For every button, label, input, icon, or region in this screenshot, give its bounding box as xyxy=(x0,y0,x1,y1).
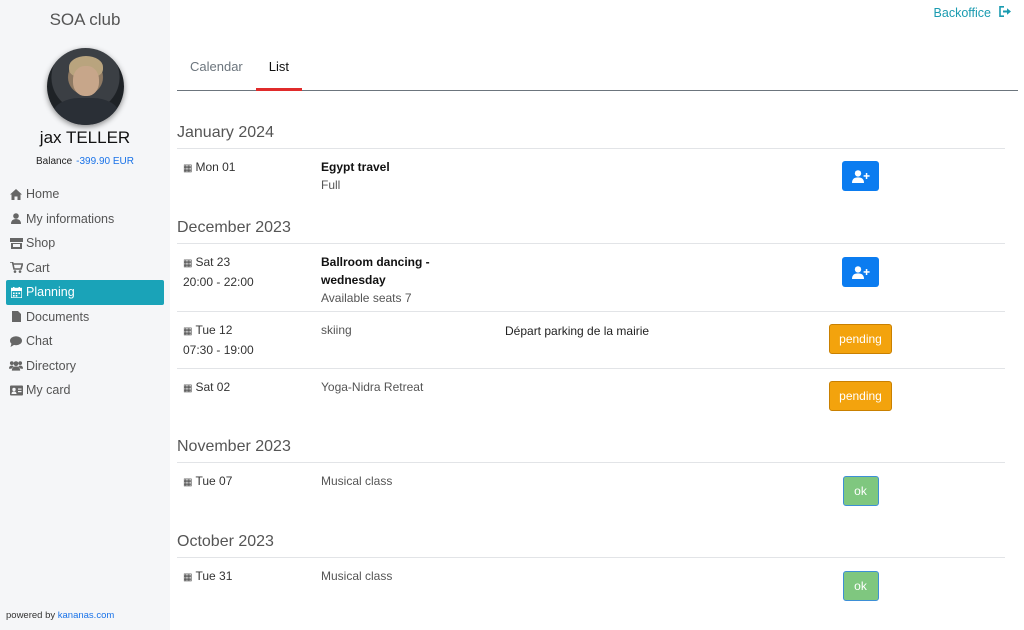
event-time: 07:30 - 19:00 xyxy=(183,343,254,357)
event-row: ▦ Sat 23 20:00 - 22:00 Ballroom dancing -… xyxy=(177,243,1005,311)
event-info: Musical class xyxy=(321,567,461,585)
calendar-icon: ▦ xyxy=(183,477,193,488)
event-row: ▦ Tue 31 Musical class ok xyxy=(177,557,1005,617)
month-header: October 2023 xyxy=(177,533,274,550)
calendar-icon xyxy=(9,286,23,298)
event-row: ▦ Tue 07 Musical class ok xyxy=(177,462,1005,529)
event-action: ok xyxy=(794,476,927,506)
event-date: ▦ Mon 01 xyxy=(183,160,236,174)
event-subtitle: Full xyxy=(321,178,341,192)
sidebar-item-cart[interactable]: Cart xyxy=(6,256,164,281)
sidebar-item-label: Home xyxy=(26,187,60,202)
event-date: ▦ Tue 31 xyxy=(183,569,233,583)
event-row: ▦ Tue 12 07:30 - 19:00 skiing Départ park… xyxy=(177,311,1005,368)
user-plus-icon xyxy=(851,265,870,279)
view-tabs: Calendar List xyxy=(177,48,1018,91)
event-title: Musical class xyxy=(321,474,393,488)
event-action: pending xyxy=(794,324,927,354)
event-info: Yoga-Nidra Retreat xyxy=(321,378,461,396)
powered-by-link[interactable]: kananas.com xyxy=(58,610,115,621)
event-info: Ballroom dancing - wednesday Available s… xyxy=(321,253,461,307)
event-title: Musical class xyxy=(321,569,393,583)
id-card-icon xyxy=(9,385,23,396)
pending-button[interactable]: pending xyxy=(829,324,892,354)
sidebar-item-chat[interactable]: Chat xyxy=(6,329,164,354)
event-date: ▦ Tue 07 xyxy=(183,474,233,488)
home-icon xyxy=(9,188,23,200)
file-icon xyxy=(9,311,23,323)
sidebar-item-home[interactable]: Home xyxy=(6,182,164,207)
event-note: Départ parking de la mairie xyxy=(505,324,650,338)
sidebar-nav: Home My informations Shop Cart Planning xyxy=(6,182,164,403)
event-row: ▦ Mon 01 Egypt travel Full xyxy=(177,148,1005,215)
event-title: Egypt travel xyxy=(321,160,390,174)
event-date: ▦ Sat 23 20:00 - 22:00 xyxy=(183,255,254,289)
users-icon xyxy=(9,360,23,371)
balance: Balance -399.90 EUR xyxy=(0,156,170,167)
sidebar-item-label: My card xyxy=(26,383,71,398)
event-info: Musical class xyxy=(321,472,461,490)
calendar-icon: ▦ xyxy=(183,326,193,337)
store-icon xyxy=(9,237,23,249)
sidebar-item-planning[interactable]: Planning xyxy=(6,280,164,305)
month-header: December 2023 xyxy=(177,219,291,236)
sidebar-item-label: Documents xyxy=(26,309,90,324)
event-date: ▦ Sat 02 xyxy=(183,380,231,394)
register-button[interactable] xyxy=(842,257,879,287)
backoffice-link[interactable]: Backoffice xyxy=(934,6,1012,20)
sidebar-item-directory[interactable]: Directory xyxy=(6,354,164,379)
month-header: January 2024 xyxy=(177,124,274,141)
event-info: Egypt travel Full xyxy=(321,158,461,194)
sidebar-item-shop[interactable]: Shop xyxy=(6,231,164,256)
event-row: ▦ Sat 02 Yoga-Nidra Retreat pending xyxy=(177,368,1005,434)
cart-icon xyxy=(9,262,23,274)
event-list: January 2024 ▦ Mon 01 Egypt travel Full D… xyxy=(177,120,1005,617)
powered-by-label: powered by xyxy=(6,610,56,621)
event-time: 20:00 - 22:00 xyxy=(183,275,254,289)
sidebar-item-label: Directory xyxy=(26,358,77,373)
chat-icon xyxy=(9,335,23,347)
ok-button[interactable]: ok xyxy=(842,571,879,601)
tab-list[interactable]: List xyxy=(255,48,302,91)
avatar[interactable] xyxy=(47,48,124,125)
club-name: SOA club xyxy=(49,10,121,29)
user-plus-icon xyxy=(851,169,870,183)
user-icon xyxy=(9,213,23,225)
balance-value: -399.90 EUR xyxy=(76,156,134,167)
event-action: pending xyxy=(794,381,927,411)
sidebar: SOA club jax TELLER Balance -399.90 EUR H… xyxy=(0,0,170,630)
event-date: ▦ Tue 12 07:30 - 19:00 xyxy=(183,323,254,357)
sidebar-item-label: Chat xyxy=(26,334,53,349)
user-name: jax TELLER xyxy=(39,128,131,147)
sidebar-item-label: Cart xyxy=(26,260,50,275)
register-button[interactable] xyxy=(842,161,879,191)
event-action: ok xyxy=(794,571,927,601)
ok-button[interactable]: ok xyxy=(842,476,879,506)
sidebar-item-label: Planning xyxy=(26,285,75,300)
month-header: November 2023 xyxy=(177,438,291,455)
event-subtitle: Available seats 7 xyxy=(321,291,412,305)
event-action xyxy=(794,161,927,191)
event-title: skiing xyxy=(321,323,352,337)
backoffice-label: Backoffice xyxy=(933,6,991,20)
calendar-icon: ▦ xyxy=(183,258,193,269)
event-action xyxy=(794,257,927,287)
powered-by: powered by kananas.com xyxy=(6,610,114,621)
tab-calendar[interactable]: Calendar xyxy=(177,48,256,90)
balance-label: Balance xyxy=(36,156,73,167)
sidebar-item-label: My informations xyxy=(26,211,115,226)
calendar-icon: ▦ xyxy=(183,383,193,394)
sidebar-item-my-card[interactable]: My card xyxy=(6,378,164,403)
sidebar-item-documents[interactable]: Documents xyxy=(6,305,164,330)
pending-button[interactable]: pending xyxy=(829,381,892,411)
event-title: Ballroom dancing - wednesday xyxy=(321,255,430,287)
event-title: Yoga-Nidra Retreat xyxy=(321,380,424,394)
sidebar-item-my-informations[interactable]: My informations xyxy=(6,207,164,232)
calendar-icon: ▦ xyxy=(183,163,193,174)
sidebar-item-label: Shop xyxy=(26,236,56,251)
event-info: skiing xyxy=(321,321,461,339)
calendar-icon: ▦ xyxy=(183,572,193,583)
sign-out-icon xyxy=(999,6,1012,20)
